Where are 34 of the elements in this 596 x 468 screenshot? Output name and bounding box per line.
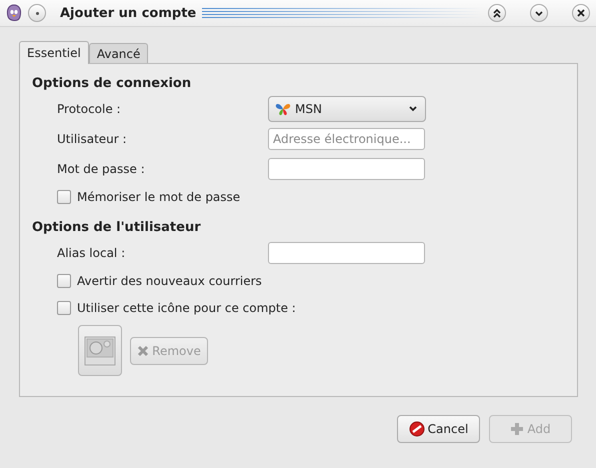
double-chevron-up-icon: [492, 8, 502, 18]
checkbox-label: Mémoriser le mot de passe: [77, 190, 240, 204]
checkbox-label: Utiliser cette icône pour ce compte :: [77, 301, 296, 315]
chevron-down-icon: [409, 106, 417, 112]
field-label: Utilisateur :: [56, 132, 128, 146]
input-field[interactable]: Adresse électronique...: [268, 128, 425, 150]
field-label: Mot de passe :: [56, 162, 146, 176]
checkbox[interactable]: [57, 274, 71, 288]
input-field[interactable]: [268, 158, 425, 180]
shade-button[interactable]: [488, 4, 506, 22]
app-icon: [6, 4, 22, 22]
image-placeholder-icon: [84, 336, 116, 366]
section-heading: Options de connexion: [32, 76, 192, 91]
checkbox[interactable]: [57, 301, 71, 315]
tab[interactable]: Essentiel: [19, 41, 89, 64]
icon-picker-button[interactable]: [78, 325, 122, 376]
window-menu-button[interactable]: [28, 4, 46, 22]
checkbox[interactable]: [57, 190, 71, 204]
x-icon: [137, 344, 150, 356]
field-label: Alias local :: [56, 246, 126, 260]
minimize-button[interactable]: [530, 4, 548, 22]
checkbox-label: Avertir des nouveaux courriers: [77, 274, 262, 288]
section-heading: Options de l'utilisateur: [32, 220, 202, 235]
no-entry-icon: [408, 421, 425, 437]
tab[interactable]: Avancé: [88, 43, 148, 63]
window-title: Ajouter un compte: [60, 6, 196, 20]
butterfly-icon: [275, 102, 291, 116]
cancel-button[interactable]: Cancel: [397, 415, 480, 443]
input-field[interactable]: [268, 242, 425, 264]
protocol-dropdown[interactable]: MSN: [268, 96, 426, 122]
plus-icon: [510, 422, 524, 436]
close-icon: [576, 8, 586, 18]
close-button[interactable]: [572, 4, 590, 22]
field-label: Protocole :: [56, 102, 122, 116]
